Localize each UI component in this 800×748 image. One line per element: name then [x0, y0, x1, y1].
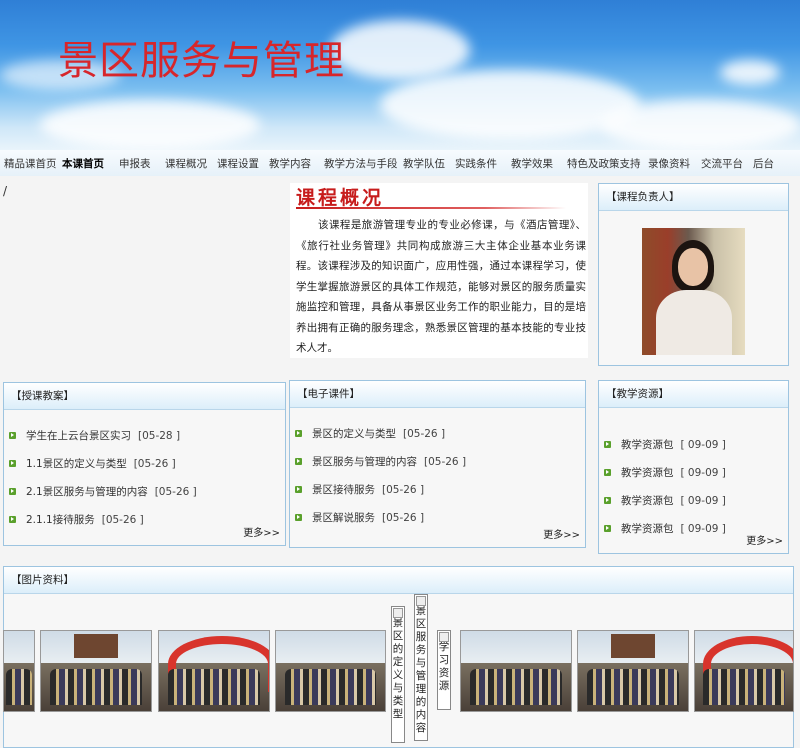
bullet-icon: [295, 514, 302, 521]
item-title[interactable]: 学生在上云台景区实习: [26, 428, 131, 443]
nav-item[interactable]: 精品课首页: [4, 156, 57, 171]
gallery-broken-image-caption[interactable]: 学习资源: [437, 630, 451, 710]
item-date: [05-26 ]: [382, 483, 425, 496]
gallery-broken-image-caption[interactable]: 景区服务与管理的内容: [414, 594, 428, 741]
bullet-icon: [604, 497, 611, 504]
item-title[interactable]: 教学资源包: [621, 493, 674, 508]
caption-text: 景区服务与管理的内容: [415, 605, 427, 734]
item-date: [05-26 ]: [424, 455, 467, 468]
bullet-icon: [604, 469, 611, 476]
nav-item[interactable]: 教学方法与手段: [324, 156, 398, 171]
broken-image-icon: [393, 608, 403, 618]
bullet-icon: [295, 486, 302, 493]
list-item[interactable]: 2.1.1接待服务 [05-26 ]: [9, 512, 144, 527]
item-date: [05-26 ]: [403, 427, 446, 440]
gallery-photo[interactable]: [3, 630, 35, 712]
bullet-icon: [9, 460, 16, 467]
course-leader-panel: 【课程负责人】: [598, 183, 789, 366]
nav-item[interactable]: 申报表: [119, 156, 151, 171]
list-item[interactable]: 教学资源包 [ 09-09 ]: [604, 493, 726, 508]
panel-header: 【电子课件】: [290, 381, 585, 408]
item-date: [05-26 ]: [154, 485, 197, 498]
leader-photo[interactable]: [642, 228, 745, 355]
title-underline: [296, 207, 566, 209]
nav-item[interactable]: 本课首页: [62, 156, 104, 171]
breadcrumb: /: [3, 184, 8, 198]
course-overview: 课程概况 该课程是旅游管理专业的专业必修课，与《酒店管理》、《旅行社业务管理》共…: [290, 183, 588, 358]
item-date: [05-26 ]: [382, 511, 425, 524]
item-date: [ 09-09 ]: [680, 438, 726, 451]
bullet-icon: [295, 458, 302, 465]
item-title[interactable]: 教学资源包: [621, 437, 674, 452]
banner: 景区服务与管理: [0, 0, 800, 150]
gallery-photo[interactable]: [275, 630, 386, 712]
gallery-broken-image-caption[interactable]: 景区的定义与类型: [391, 606, 405, 743]
item-date: [ 09-09 ]: [680, 494, 726, 507]
gallery-photo[interactable]: [460, 630, 572, 712]
gallery-photo[interactable]: [577, 630, 689, 712]
list-item[interactable]: 景区的定义与类型 [05-26 ]: [295, 426, 445, 441]
broken-image-icon: [439, 632, 449, 642]
caption-text: 景区的定义与类型: [392, 617, 404, 720]
list-item[interactable]: 教学资源包 [ 09-09 ]: [604, 437, 726, 452]
course-overview-text: 该课程是旅游管理专业的专业必修课，与《酒店管理》、《旅行社业务管理》共同构成旅游…: [296, 219, 586, 354]
nav-item[interactable]: 教学内容: [269, 156, 311, 171]
list-item[interactable]: 2.1景区服务与管理的内容 [05-26 ]: [9, 484, 197, 499]
list-item[interactable]: 景区服务与管理的内容 [05-26 ]: [295, 454, 466, 469]
nav-item[interactable]: 特色及政策支持: [567, 156, 641, 171]
nav-item[interactable]: 录像资料: [648, 156, 690, 171]
item-title[interactable]: 教学资源包: [621, 521, 674, 536]
item-date: [05-28 ]: [138, 429, 181, 442]
nav-item[interactable]: 教学队伍: [403, 156, 445, 171]
nav-item[interactable]: 课程概况: [165, 156, 207, 171]
nav-item[interactable]: 教学效果: [511, 156, 553, 171]
bullet-icon: [295, 430, 302, 437]
list-item[interactable]: 教学资源包 [ 09-09 ]: [604, 521, 726, 536]
course-overview-title: 课程概况: [296, 187, 385, 209]
bullet-icon: [9, 488, 16, 495]
more-link[interactable]: 更多>>: [243, 524, 280, 539]
item-title[interactable]: 景区解说服务: [312, 510, 375, 525]
broken-image-icon: [416, 596, 426, 606]
nav-item[interactable]: 交流平台: [701, 156, 743, 171]
bullet-icon: [9, 516, 16, 523]
item-title[interactable]: 教学资源包: [621, 465, 674, 480]
bullet-icon: [9, 432, 16, 439]
gallery-photo[interactable]: [158, 630, 270, 712]
item-date: [05-26 ]: [101, 513, 144, 526]
item-date: [ 09-09 ]: [680, 466, 726, 479]
item-title[interactable]: 1.1景区的定义与类型: [26, 456, 127, 471]
panel-header: 【课程负责人】: [599, 184, 788, 211]
item-title[interactable]: 景区的定义与类型: [312, 426, 396, 441]
main-nav: 精品课首页 本课首页 申报表 课程概况 课程设置 教学内容 教学方法与手段 教学队伍 实践条件教…: [0, 150, 800, 176]
item-title[interactable]: 2.1景区服务与管理的内容: [26, 484, 148, 499]
lesson-plans-panel: 【授课教案】 学生在上云台景区实习 [05-28 ] 1.1景区的定义与类型 [05-…: [3, 382, 286, 546]
courseware-panel: 【电子课件】 景区的定义与类型 [05-26 ] 景区服务与管理的内容 [05-26 …: [289, 380, 586, 548]
bullet-icon: [604, 441, 611, 448]
item-title[interactable]: 景区服务与管理的内容: [312, 454, 417, 469]
nav-item[interactable]: 课程设置: [217, 156, 259, 171]
more-link[interactable]: 更多>>: [746, 532, 783, 547]
item-title[interactable]: 2.1.1接待服务: [26, 512, 95, 527]
list-item[interactable]: 教学资源包 [ 09-09 ]: [604, 465, 726, 480]
teaching-resources-panel: 【教学资源】 教学资源包[ 09-09 ] 教学资源包[ 09-09 ] 教学资源包…: [598, 380, 789, 554]
nav-item[interactable]: 实践条件: [455, 156, 497, 171]
item-date: [05-26 ]: [133, 457, 176, 470]
caption-text: 学习资源: [438, 641, 450, 692]
panel-header: 【教学资源】: [599, 381, 788, 408]
gallery-photo[interactable]: [40, 630, 152, 712]
list-item[interactable]: 1.1景区的定义与类型 [05-26 ]: [9, 456, 176, 471]
panel-header: 【授课教案】: [4, 383, 285, 410]
site-title: 景区服务与管理: [58, 38, 345, 84]
gallery-photo[interactable]: [694, 630, 794, 712]
more-link[interactable]: 更多>>: [543, 526, 580, 541]
nav-item[interactable]: 后台: [753, 156, 774, 171]
bullet-icon: [604, 525, 611, 532]
list-item[interactable]: 景区解说服务 [05-26 ]: [295, 510, 424, 525]
panel-header: 【图片资料】: [4, 567, 793, 594]
list-item[interactable]: 景区接待服务 [05-26 ]: [295, 482, 424, 497]
list-item[interactable]: 学生在上云台景区实习 [05-28 ]: [9, 428, 180, 443]
item-date: [ 09-09 ]: [680, 522, 726, 535]
item-title[interactable]: 景区接待服务: [312, 482, 375, 497]
